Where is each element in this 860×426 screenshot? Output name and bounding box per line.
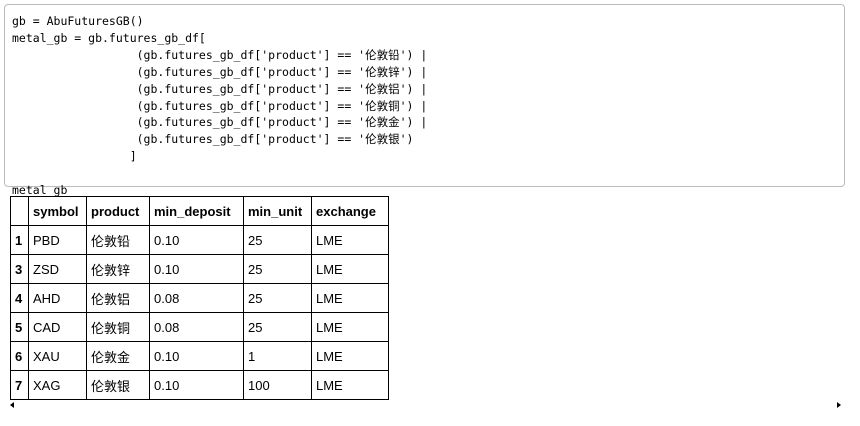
cell-exchange: LME: [311, 254, 389, 284]
code-line: metal_gb = gb.futures_gb_df[: [12, 30, 206, 45]
column-header-product: product: [86, 196, 150, 226]
cell-symbol: ZSD: [28, 254, 87, 284]
cell-min-deposit: 0.10: [149, 341, 244, 371]
code-line: gb = AbuFuturesGB(): [12, 14, 144, 28]
output-area: symbol product min_deposit min_unit exch…: [10, 196, 389, 400]
table-row: 7 XAG 伦敦银 0.10 100 LME: [10, 370, 389, 400]
cell-product: 伦敦铜: [86, 312, 150, 342]
index-header: [10, 196, 29, 226]
cell-exchange: LME: [311, 225, 389, 255]
row-index: 1: [10, 225, 29, 255]
header-row: symbol product min_deposit min_unit exch…: [10, 196, 389, 226]
code-line: (gb.futures_gb_df['product'] == '伦敦银'): [12, 132, 414, 147]
cell-min-unit: 25: [243, 254, 312, 284]
cell-exchange: LME: [311, 341, 389, 371]
row-index: 4: [10, 283, 29, 313]
row-index: 6: [10, 341, 29, 371]
code-cell[interactable]: gb = AbuFuturesGB() metal_gb = gb.future…: [4, 4, 845, 197]
column-header-min-unit: min_unit: [243, 196, 312, 226]
cell-min-deposit: 0.10: [149, 225, 244, 255]
cell-min-unit: 25: [243, 225, 312, 255]
table-row: 4 AHD 伦敦铝 0.08 25 LME: [10, 283, 389, 313]
table-row: 6 XAU 伦敦金 0.10 1 LME: [10, 341, 389, 371]
row-index: 7: [10, 370, 29, 400]
scroll-left-arrow-icon[interactable]: [10, 402, 14, 408]
cell-min-deposit: 0.08: [149, 312, 244, 342]
table-body: 1 PBD 伦敦铅 0.10 25 LME 3 ZSD 伦敦锌 0.10 25 …: [10, 225, 389, 400]
cell-min-unit: 1: [243, 341, 312, 371]
table-row: 3 ZSD 伦敦锌 0.10 25 LME: [10, 254, 389, 284]
column-header-symbol: symbol: [28, 196, 87, 226]
code-line: (gb.futures_gb_df['product'] == '伦敦金') |: [12, 115, 428, 130]
cell-product: 伦敦银: [86, 370, 150, 400]
code-line: (gb.futures_gb_df['product'] == '伦敦铜') |: [12, 98, 428, 113]
cell-exchange: LME: [311, 312, 389, 342]
table-row: 5 CAD 伦敦铜 0.08 25 LME: [10, 312, 389, 342]
cell-symbol: XAG: [28, 370, 87, 400]
cell-product: 伦敦铝: [86, 283, 150, 313]
cell-symbol: CAD: [28, 312, 87, 342]
cell-symbol: PBD: [28, 225, 87, 255]
scroll-right-arrow-icon[interactable]: [837, 402, 841, 408]
cell-min-deposit: 0.10: [149, 254, 244, 284]
code-line: (gb.futures_gb_df['product'] == '伦敦铅') |: [12, 47, 428, 62]
cell-product: 伦敦锌: [86, 254, 150, 284]
column-header-exchange: exchange: [311, 196, 389, 226]
cell-product: 伦敦金: [86, 341, 150, 371]
cell-exchange: LME: [311, 370, 389, 400]
cell-product: 伦敦铅: [86, 225, 150, 255]
cell-exchange: LME: [311, 283, 389, 313]
table-header: symbol product min_deposit min_unit exch…: [10, 196, 389, 226]
table-row: 1 PBD 伦敦铅 0.10 25 LME: [10, 225, 389, 255]
dataframe-table: symbol product min_deposit min_unit exch…: [10, 196, 389, 400]
code-editor[interactable]: gb = AbuFuturesGB() metal_gb = gb.future…: [5, 5, 844, 199]
code-line: (gb.futures_gb_df['product'] == '伦敦铝') |: [12, 81, 428, 96]
row-index: 5: [10, 312, 29, 342]
row-index: 3: [10, 254, 29, 284]
cell-min-unit: 25: [243, 312, 312, 342]
code-line: metal_gb: [12, 183, 68, 198]
cell-min-unit: 100: [243, 370, 312, 400]
cell-min-deposit: 0.08: [149, 283, 244, 313]
cell-symbol: XAU: [28, 341, 87, 371]
code-line: ]: [12, 149, 137, 164]
column-header-min-deposit: min_deposit: [149, 196, 244, 226]
cell-min-deposit: 0.10: [149, 370, 244, 400]
cell-min-unit: 25: [243, 283, 312, 313]
code-line: (gb.futures_gb_df['product'] == '伦敦锌') |: [12, 64, 428, 79]
cell-symbol: AHD: [28, 283, 87, 313]
